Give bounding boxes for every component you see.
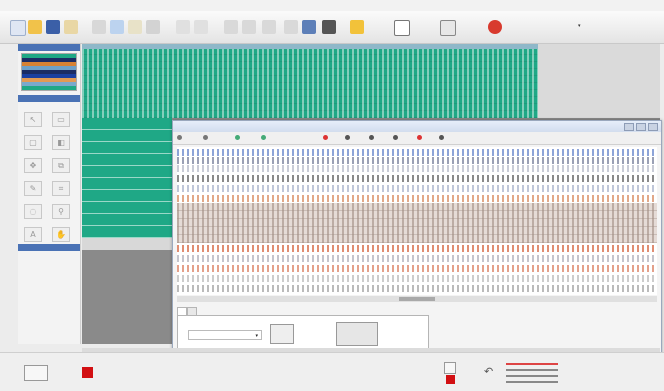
fill-tool-icon[interactable]: ◧ bbox=[52, 135, 70, 150]
pattern-row bbox=[177, 175, 657, 182]
main-toolbar: ▾ bbox=[0, 11, 664, 44]
pattern-hscrollbar[interactable] bbox=[177, 296, 657, 302]
pattern-row bbox=[177, 149, 657, 156]
pattern-row bbox=[177, 165, 657, 172]
pattern-tool-1[interactable] bbox=[177, 135, 184, 141]
pattern-tool-9[interactable] bbox=[393, 135, 400, 141]
document-icon[interactable] bbox=[394, 20, 410, 36]
pencil-icon[interactable] bbox=[242, 20, 256, 34]
menu-bar bbox=[0, 0, 664, 11]
level-bar-3 bbox=[506, 375, 558, 377]
paste-icon[interactable] bbox=[128, 20, 142, 34]
pattern-row bbox=[177, 255, 657, 262]
data-table-view[interactable] bbox=[82, 118, 172, 238]
cut-icon[interactable] bbox=[92, 20, 106, 34]
text-tool-icon[interactable]: A bbox=[24, 227, 42, 242]
stitch-preview-box[interactable] bbox=[24, 365, 48, 381]
zoom-icon[interactable] bbox=[224, 20, 238, 34]
tools-header bbox=[18, 95, 80, 102]
move-tool-icon[interactable]: ✥ bbox=[24, 158, 42, 173]
pattern-tool-4[interactable] bbox=[261, 135, 268, 141]
chevron-down-icon: ▾ bbox=[255, 333, 258, 339]
figure-icon[interactable] bbox=[322, 20, 336, 34]
color-dropdown[interactable]: ▾ bbox=[188, 330, 262, 340]
ruler-icon[interactable] bbox=[262, 20, 276, 34]
pattern-band bbox=[177, 203, 657, 243]
magnet-tool-icon[interactable]: ⚲ bbox=[52, 204, 70, 219]
pattern-toolbar bbox=[173, 132, 661, 145]
pen-tool-icon[interactable]: ✎ bbox=[24, 181, 42, 196]
bulb-icon[interactable] bbox=[284, 20, 298, 34]
print-icon[interactable] bbox=[64, 20, 78, 34]
status-bar: ↶ bbox=[0, 352, 664, 391]
grid-icon[interactable] bbox=[440, 20, 456, 36]
select-tool-icon[interactable]: ↖ bbox=[24, 112, 42, 127]
globe-icon[interactable] bbox=[488, 20, 502, 34]
maximize-icon[interactable] bbox=[636, 123, 646, 131]
copy-tool-icon[interactable]: ⧉ bbox=[52, 158, 70, 173]
lasso-tool-icon[interactable]: ◌ bbox=[24, 204, 42, 219]
hand-tool-icon[interactable]: ✋ bbox=[52, 227, 70, 242]
copy-icon[interactable] bbox=[110, 20, 124, 34]
current-color-swatch[interactable] bbox=[82, 367, 93, 378]
frame-tool-icon[interactable]: ▭ bbox=[52, 112, 70, 127]
open-folder-icon[interactable] bbox=[28, 20, 42, 34]
mini-color-swatch[interactable] bbox=[446, 375, 455, 384]
scroll-thumb[interactable] bbox=[399, 297, 435, 301]
pattern-row bbox=[177, 285, 657, 292]
pattern-tool-10[interactable] bbox=[417, 135, 424, 141]
folder-icon[interactable] bbox=[350, 20, 364, 34]
pattern-row bbox=[177, 157, 657, 164]
palette-header bbox=[18, 44, 80, 51]
undo-arrow-icon[interactable]: ↶ bbox=[484, 365, 493, 378]
level-bar-1 bbox=[506, 363, 558, 365]
tab-user-colors[interactable] bbox=[187, 307, 197, 315]
pattern-tool-7[interactable] bbox=[345, 135, 352, 141]
pattern-row bbox=[177, 185, 657, 192]
pattern-row bbox=[177, 245, 657, 252]
empty-area bbox=[538, 44, 660, 118]
pattern-row bbox=[177, 195, 657, 202]
stitch-tool-icon[interactable]: ⌗ bbox=[52, 181, 70, 196]
undo-icon[interactable] bbox=[176, 20, 190, 34]
pattern-tool-3[interactable] bbox=[235, 135, 242, 141]
mini-stitch-box[interactable] bbox=[444, 362, 456, 374]
rect-tool-icon[interactable]: ▢ bbox=[24, 135, 42, 150]
pattern-window-title bbox=[173, 121, 661, 132]
tab-system-colors[interactable] bbox=[177, 307, 187, 315]
level-bar-4 bbox=[506, 381, 558, 383]
pattern-tool-2[interactable] bbox=[203, 135, 210, 141]
pattern-window: ▾ bbox=[172, 120, 662, 356]
close-icon[interactable] bbox=[648, 123, 658, 131]
properties-header bbox=[18, 244, 80, 251]
data-table-footer bbox=[82, 238, 172, 250]
background-grid-view[interactable] bbox=[82, 44, 538, 118]
pattern-row bbox=[177, 275, 657, 282]
save-icon[interactable] bbox=[46, 20, 60, 34]
settings-icon[interactable] bbox=[302, 20, 316, 34]
level-bar-2 bbox=[506, 369, 558, 371]
window-controls bbox=[624, 123, 658, 131]
swatch-button[interactable] bbox=[270, 324, 294, 344]
background-grid-titlebar bbox=[82, 44, 538, 49]
tab-bar bbox=[177, 307, 197, 315]
pattern-tool-6[interactable] bbox=[323, 135, 330, 141]
minimize-icon[interactable] bbox=[624, 123, 634, 131]
pattern-tool-8[interactable] bbox=[369, 135, 376, 141]
tool-grid: ↖ ▭ ▢ ◧ ✥ ⧉ ✎ ⌗ ◌ ⚲ A ✋ bbox=[18, 102, 80, 252]
delete-icon[interactable] bbox=[146, 20, 160, 34]
left-panel: ↖ ▭ ▢ ◧ ✥ ⧉ ✎ ⌗ ◌ ⚲ A ✋ bbox=[18, 44, 81, 344]
new-file-icon[interactable] bbox=[10, 20, 26, 36]
palette-thumbnail[interactable] bbox=[21, 53, 77, 91]
stitch-pattern-canvas[interactable] bbox=[177, 147, 657, 295]
pattern-row bbox=[177, 265, 657, 272]
toolbar-overflow-icon[interactable]: ▾ bbox=[578, 23, 581, 29]
swatch-preview-button[interactable] bbox=[336, 322, 378, 346]
redo-icon[interactable] bbox=[194, 20, 208, 34]
pattern-tool-11[interactable] bbox=[439, 135, 446, 141]
